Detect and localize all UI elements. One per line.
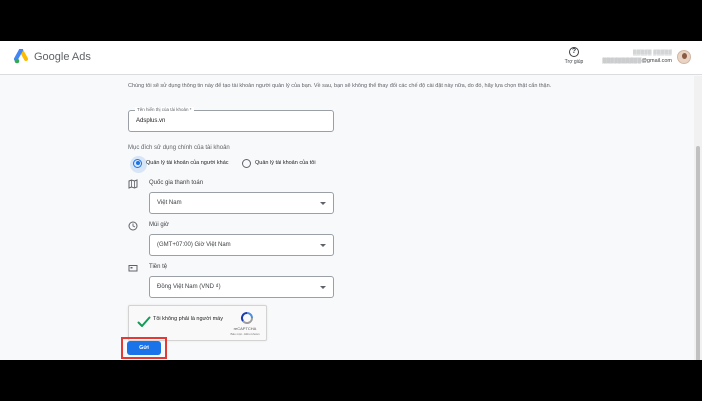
timezone-label: Múi giờ: [149, 222, 169, 228]
country-select[interactable]: Việt Nam: [149, 192, 334, 214]
display-name-value: Adsplus.vn: [136, 118, 166, 124]
dropdown-caret-icon: [320, 202, 326, 205]
account-info[interactable]: ▒▒▒▒▒ ▒▒▒▒▒ ▒▒▒▒▒▒▒▒▒▒@gmail.com: [596, 50, 672, 64]
timezone-value: (GMT+07:00) Giờ Việt Nam: [157, 242, 231, 248]
recaptcha-box[interactable]: Tôi không phải là người máy reCAPTCHA Bả…: [128, 305, 267, 341]
google-ads-logo-icon[interactable]: [14, 49, 32, 65]
radio-manage-others[interactable]: Quản lý tài khoản của người khác: [130, 155, 229, 173]
help-icon: ?: [569, 47, 579, 57]
radio-manage-others-label: Quản lý tài khoản của người khác: [146, 160, 229, 166]
scrollbar-track[interactable]: [694, 76, 702, 360]
purpose-label: Mục đích sử dụng chính của tài khoản: [128, 145, 230, 151]
brand-name: Google Ads: [34, 51, 91, 63]
display-name-field[interactable]: Tên hiển thị của tài khoản * Adsplus.vn: [128, 107, 334, 132]
currency-label: Tiền tệ: [149, 264, 168, 270]
currency-icon: [128, 265, 138, 272]
recaptcha-label: Tôi không phải là người máy: [153, 316, 223, 322]
dropdown-caret-icon: [320, 244, 326, 247]
radio-manage-others-dot[interactable]: [130, 155, 147, 173]
radio-manage-own[interactable]: Quản lý tài khoản của tôi: [242, 157, 316, 169]
intro-text: Chúng tôi sẽ sử dụng thông tin này để tạ…: [128, 83, 552, 89]
account-name: ▒▒▒▒▒ ▒▒▒▒▒: [632, 50, 672, 56]
display-name-label: Tên hiển thị của tài khoản *: [135, 107, 194, 112]
help-button[interactable]: ? Trợ giúp: [560, 47, 588, 65]
scrollbar-thumb[interactable]: [696, 146, 700, 360]
avatar[interactable]: [677, 50, 691, 64]
recaptcha-brand: reCAPTCHA: [233, 326, 257, 331]
currency-value: Đồng Việt Nam (VND ₫): [157, 284, 221, 290]
country-value: Việt Nam: [157, 200, 182, 206]
clock-icon: [128, 221, 138, 231]
map-icon: [128, 179, 138, 189]
recaptcha-links[interactable]: Bảo mật - Điều khoản: [225, 332, 265, 336]
submit-button[interactable]: Gửi: [127, 341, 161, 355]
help-label: Trợ giúp: [564, 59, 584, 65]
radio-manage-own-dot[interactable]: [242, 158, 251, 168]
dropdown-caret-icon: [320, 286, 326, 289]
radio-manage-own-label: Quản lý tài khoản của tôi: [255, 160, 316, 166]
timezone-select[interactable]: (GMT+07:00) Giờ Việt Nam: [149, 234, 334, 256]
currency-select[interactable]: Đồng Việt Nam (VND ₫): [149, 276, 334, 298]
checkmark-icon[interactable]: [137, 315, 151, 329]
app-window: Google Ads ? Trợ giúp ▒▒▒▒▒ ▒▒▒▒▒ ▒▒▒▒▒▒…: [0, 41, 702, 360]
account-email: ▒▒▒▒▒▒▒▒▒▒@gmail.com: [602, 58, 672, 64]
top-bar: Google Ads ? Trợ giúp ▒▒▒▒▒ ▒▒▒▒▒ ▒▒▒▒▒▒…: [0, 41, 702, 75]
recaptcha-icon: [241, 312, 253, 324]
country-label: Quốc gia thanh toán: [149, 180, 204, 186]
